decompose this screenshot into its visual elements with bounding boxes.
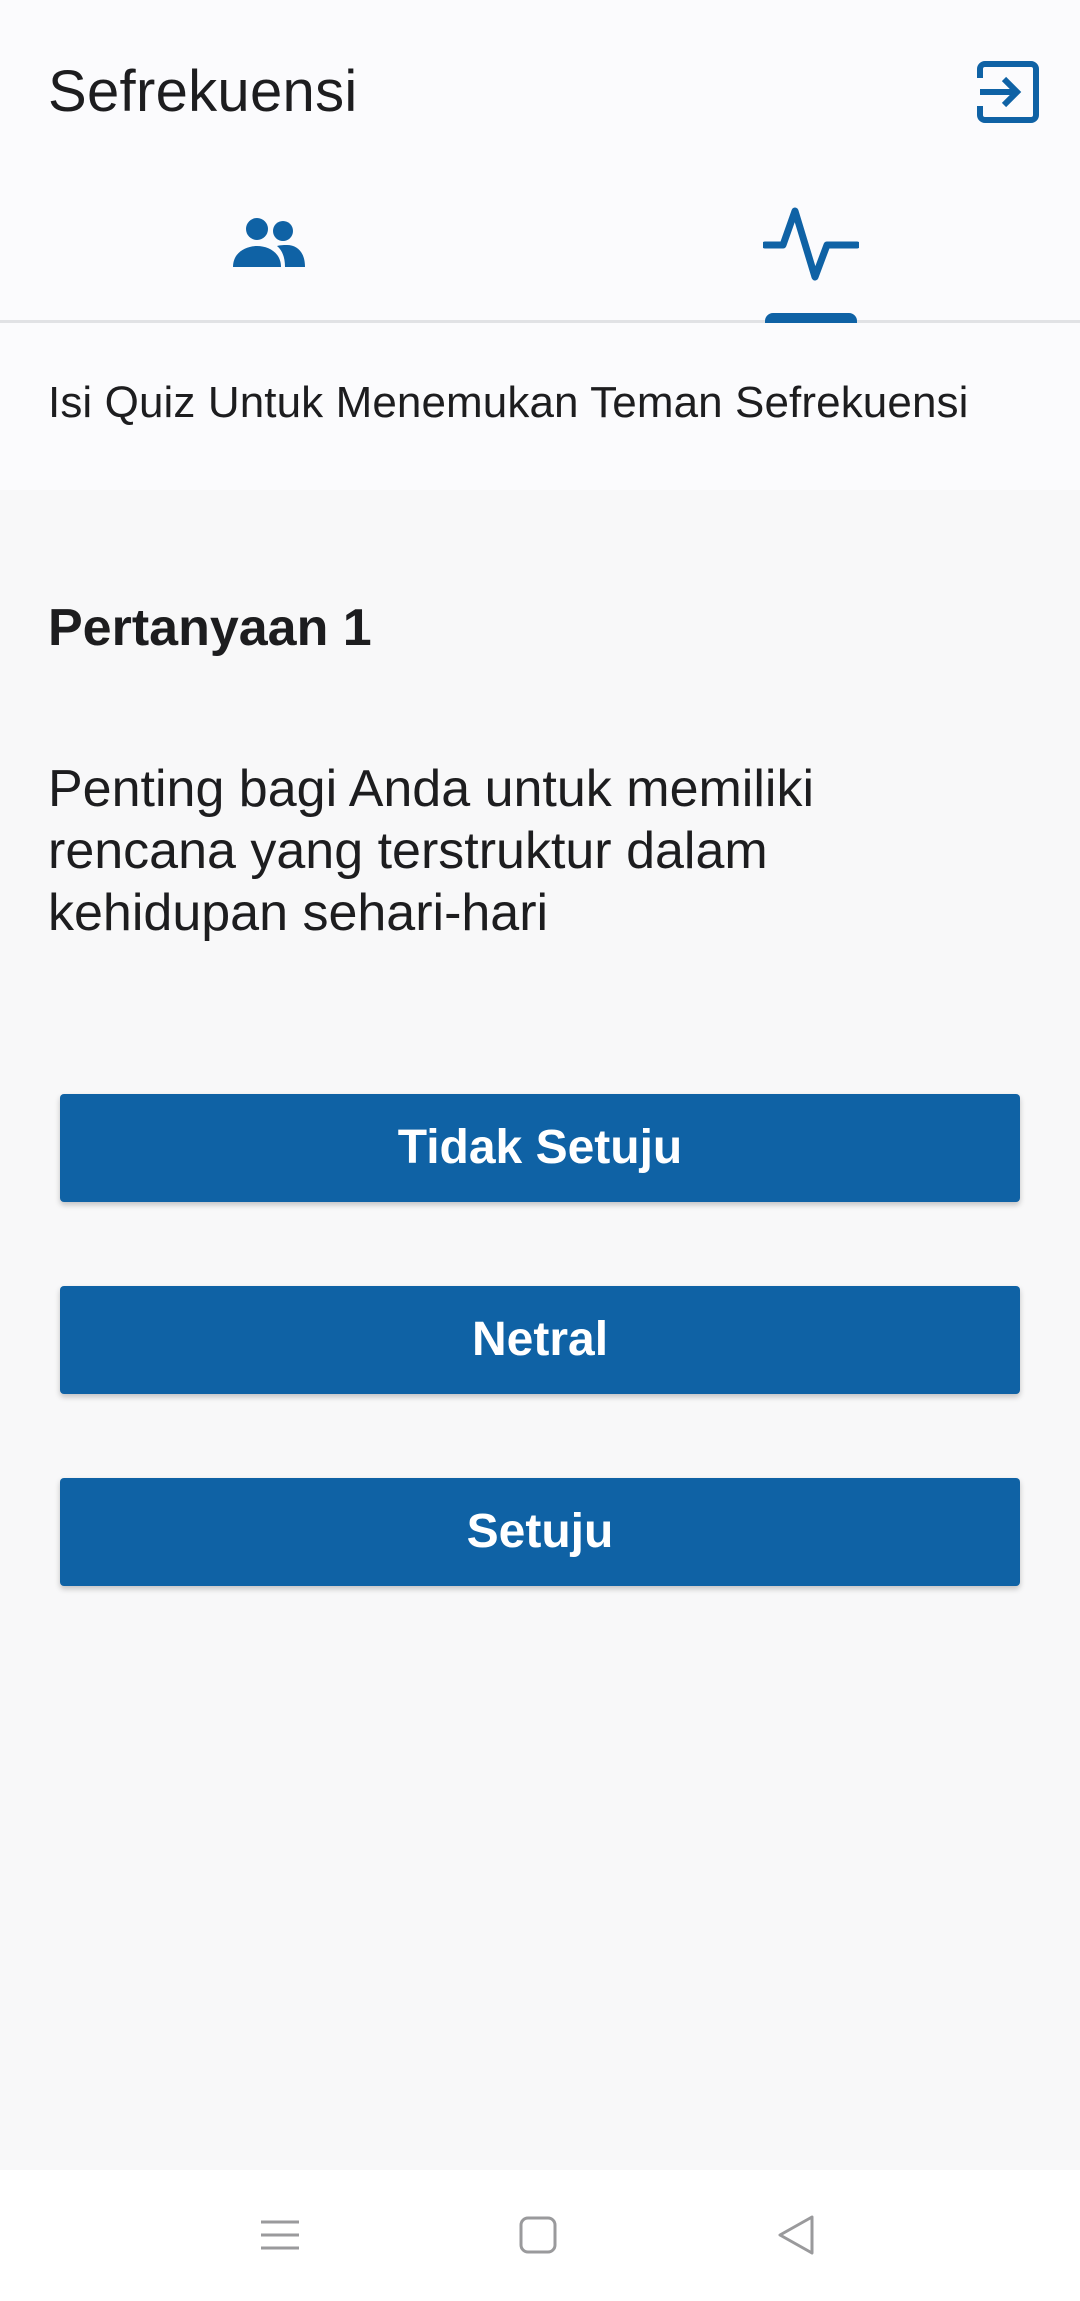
question-number: Pertanyaan 1	[48, 599, 372, 657]
menu-icon	[261, 2220, 299, 2250]
system-navigation-bar	[0, 2170, 1080, 2301]
quiz-subtitle: Isi Quiz Untuk Menemukan Teman Sefrekuen…	[48, 378, 969, 427]
recent-apps-button[interactable]	[250, 2205, 310, 2265]
home-button[interactable]	[508, 2205, 568, 2265]
pulse-icon	[763, 207, 859, 281]
tab-friends[interactable]	[0, 180, 540, 320]
answer-agree-button[interactable]: Setuju	[60, 1478, 1020, 1586]
answer-disagree-button[interactable]: Tidak Setuju	[60, 1094, 1020, 1202]
tab-bar	[0, 180, 1080, 323]
header: Sefrekuensi Isi Quiz Untuk Menemukan Tem…	[0, 0, 1080, 490]
tab-quiz[interactable]	[540, 180, 1080, 323]
back-triangle-icon	[778, 2215, 814, 2255]
logout-icon	[974, 61, 1039, 123]
app-screen: Sefrekuensi Isi Quiz Untuk Menemukan Tem…	[0, 0, 1080, 2301]
answer-neutral-button[interactable]: Netral	[60, 1286, 1020, 1394]
back-button[interactable]	[766, 2205, 826, 2265]
tab-indicator	[765, 313, 857, 323]
logout-button[interactable]	[974, 60, 1040, 124]
people-icon	[233, 218, 305, 267]
app-title: Sefrekuensi	[48, 59, 358, 124]
question-text: Penting bagi Anda untuk memiliki rencana…	[48, 760, 815, 942]
home-square-icon	[519, 2216, 557, 2254]
quiz-content: Pertanyaan 1 Penting bagi Anda untuk mem…	[0, 490, 1080, 2170]
